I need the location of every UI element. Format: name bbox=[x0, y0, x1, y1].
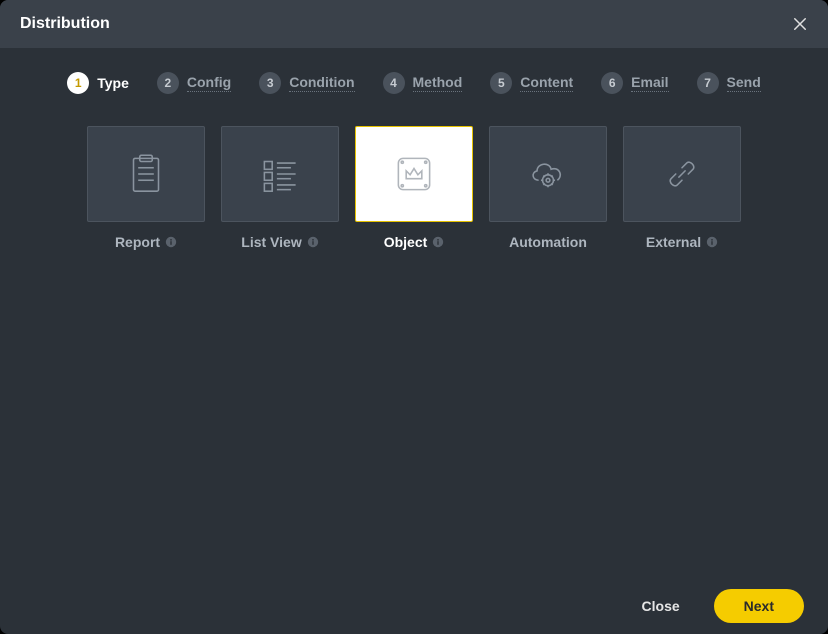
link-icon bbox=[657, 149, 707, 199]
type-cards: Report bbox=[40, 126, 788, 250]
distribution-modal: Distribution 1 Type 2 Config 3 Condition… bbox=[0, 0, 828, 634]
step-number: 5 bbox=[490, 72, 512, 94]
step-label: Email bbox=[631, 74, 668, 92]
wizard-stepper: 1 Type 2 Config 3 Condition 4 Method 5 C… bbox=[40, 72, 788, 94]
step-email[interactable]: 6 Email bbox=[601, 72, 668, 94]
card-label: External bbox=[646, 234, 701, 250]
step-label: Type bbox=[97, 75, 129, 92]
type-card-external: External bbox=[624, 126, 740, 250]
step-label: Config bbox=[187, 74, 231, 92]
card-external[interactable] bbox=[623, 126, 741, 222]
step-content[interactable]: 5 Content bbox=[490, 72, 573, 94]
card-report[interactable] bbox=[87, 126, 205, 222]
card-label-row: External bbox=[646, 234, 718, 250]
modal-footer: Close Next bbox=[0, 578, 828, 634]
step-method[interactable]: 4 Method bbox=[383, 72, 463, 94]
type-card-listview: List View bbox=[222, 126, 338, 250]
card-label-row: Object bbox=[384, 234, 445, 250]
crown-box-icon bbox=[389, 149, 439, 199]
card-object[interactable] bbox=[355, 126, 473, 222]
info-icon[interactable] bbox=[307, 236, 319, 248]
step-type[interactable]: 1 Type bbox=[67, 72, 129, 94]
step-config[interactable]: 2 Config bbox=[157, 72, 231, 94]
card-label-row: Automation bbox=[509, 234, 587, 250]
type-card-automation: Automation bbox=[490, 126, 606, 250]
card-label-row: List View bbox=[241, 234, 318, 250]
clipboard-icon bbox=[121, 149, 171, 199]
step-number: 6 bbox=[601, 72, 623, 94]
modal-header: Distribution bbox=[0, 0, 828, 48]
step-number: 4 bbox=[383, 72, 405, 94]
step-send[interactable]: 7 Send bbox=[697, 72, 761, 94]
close-button[interactable]: Close bbox=[630, 588, 692, 624]
card-label: Automation bbox=[509, 234, 587, 250]
type-card-report: Report bbox=[88, 126, 204, 250]
card-label-row: Report bbox=[115, 234, 177, 250]
step-condition[interactable]: 3 Condition bbox=[259, 72, 354, 94]
card-label: List View bbox=[241, 234, 301, 250]
step-number: 7 bbox=[697, 72, 719, 94]
step-label: Send bbox=[727, 74, 761, 92]
info-icon[interactable] bbox=[706, 236, 718, 248]
info-icon[interactable] bbox=[165, 236, 177, 248]
step-label: Content bbox=[520, 74, 573, 92]
card-listview[interactable] bbox=[221, 126, 339, 222]
card-label: Report bbox=[115, 234, 160, 250]
next-button[interactable]: Next bbox=[714, 589, 804, 623]
modal-body: 1 Type 2 Config 3 Condition 4 Method 5 C… bbox=[0, 48, 828, 578]
step-label: Condition bbox=[289, 74, 354, 92]
card-label: Object bbox=[384, 234, 428, 250]
step-number: 3 bbox=[259, 72, 281, 94]
info-icon[interactable] bbox=[432, 236, 444, 248]
list-icon bbox=[255, 149, 305, 199]
type-card-object: Object bbox=[356, 126, 472, 250]
card-automation[interactable] bbox=[489, 126, 607, 222]
cloud-gear-icon bbox=[523, 149, 573, 199]
close-icon[interactable] bbox=[788, 12, 812, 36]
step-number: 2 bbox=[157, 72, 179, 94]
modal-title: Distribution bbox=[20, 15, 110, 33]
step-label: Method bbox=[413, 74, 463, 92]
step-number: 1 bbox=[67, 72, 89, 94]
